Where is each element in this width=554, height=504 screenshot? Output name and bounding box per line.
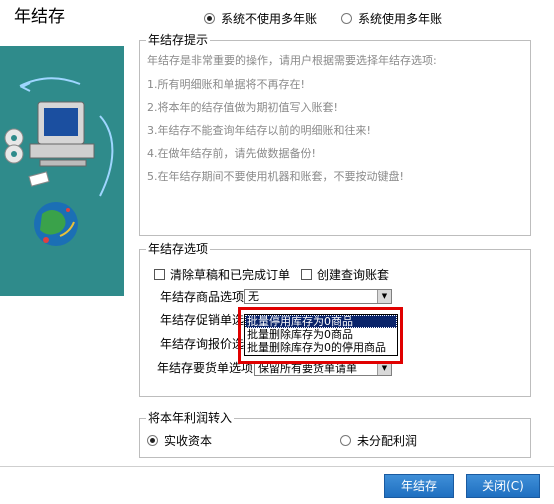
tip-item: 3.年结存不能查询年结存以前的明细账和往来! xyxy=(147,124,371,137)
tip-item: 1.所有明细账和单据将不再存在! xyxy=(147,78,305,91)
radio-dot[interactable] xyxy=(147,435,158,446)
checkbox-label: 创建查询账套 xyxy=(317,268,390,282)
tips-group: 年结存提示 xyxy=(139,33,531,236)
footer-divider xyxy=(0,466,554,467)
radio-label: 系统不使用多年账 xyxy=(221,12,318,26)
radio-multiyear[interactable]: 系统使用多年账 xyxy=(341,10,442,27)
chevron-down-icon[interactable]: ▼ xyxy=(377,290,391,303)
radio-dot[interactable] xyxy=(204,13,215,24)
radio-retained-earnings[interactable]: 未分配利润 xyxy=(340,434,417,448)
tip-item: 2.将本年的结存值做为期初值写入账套! xyxy=(147,101,338,114)
radio-label: 系统使用多年账 xyxy=(358,12,443,26)
select-value: 无 xyxy=(248,290,259,303)
tips-intro: 年结存是非常重要的操作，请用户根据需要选择年结存选项: xyxy=(147,54,437,67)
profit-group-title: 将本年利润转入 xyxy=(146,411,235,425)
window-title: 年结存 xyxy=(14,7,65,27)
checkbox-clear-drafts[interactable]: 清除草稿和已完成订单 xyxy=(154,268,290,282)
checkbox-box[interactable] xyxy=(301,269,312,280)
radio-label: 未分配利润 xyxy=(357,434,418,448)
close-button[interactable]: 关闭(C) xyxy=(466,474,540,498)
illustration-panel xyxy=(0,46,124,296)
tip-item: 5.在年结存期间不要使用机器和账套，不要按动键盘! xyxy=(147,170,404,183)
checkbox-create-query-account[interactable]: 创建查询账套 xyxy=(301,268,389,282)
radio-paid-in-capital[interactable]: 实收资本 xyxy=(147,434,212,448)
highlight-box xyxy=(238,307,403,364)
tip-item: 4.在做年结存前，请先做数据备份! xyxy=(147,147,316,160)
radio-no-multiyear[interactable]: 系统不使用多年账 xyxy=(204,10,317,27)
quote-option-label: 年结存询报价选 xyxy=(160,337,245,351)
computer-globe-illustration xyxy=(4,77,114,246)
radio-dot[interactable] xyxy=(340,435,351,446)
options-group-title: 年结存选项 xyxy=(146,242,211,256)
year-end-button[interactable]: 年结存 xyxy=(384,474,454,498)
radio-label: 实收资本 xyxy=(164,434,213,448)
goods-option-select[interactable]: 无 ▼ xyxy=(244,289,392,304)
tips-group-title: 年结存提示 xyxy=(146,33,211,47)
checkbox-box[interactable] xyxy=(154,269,165,280)
checkbox-label: 清除草稿和已完成订单 xyxy=(170,268,291,282)
radio-dot[interactable] xyxy=(341,13,352,24)
goods-option-label: 年结存商品选项 xyxy=(160,290,245,304)
promo-option-label: 年结存促销单选 xyxy=(160,313,245,327)
